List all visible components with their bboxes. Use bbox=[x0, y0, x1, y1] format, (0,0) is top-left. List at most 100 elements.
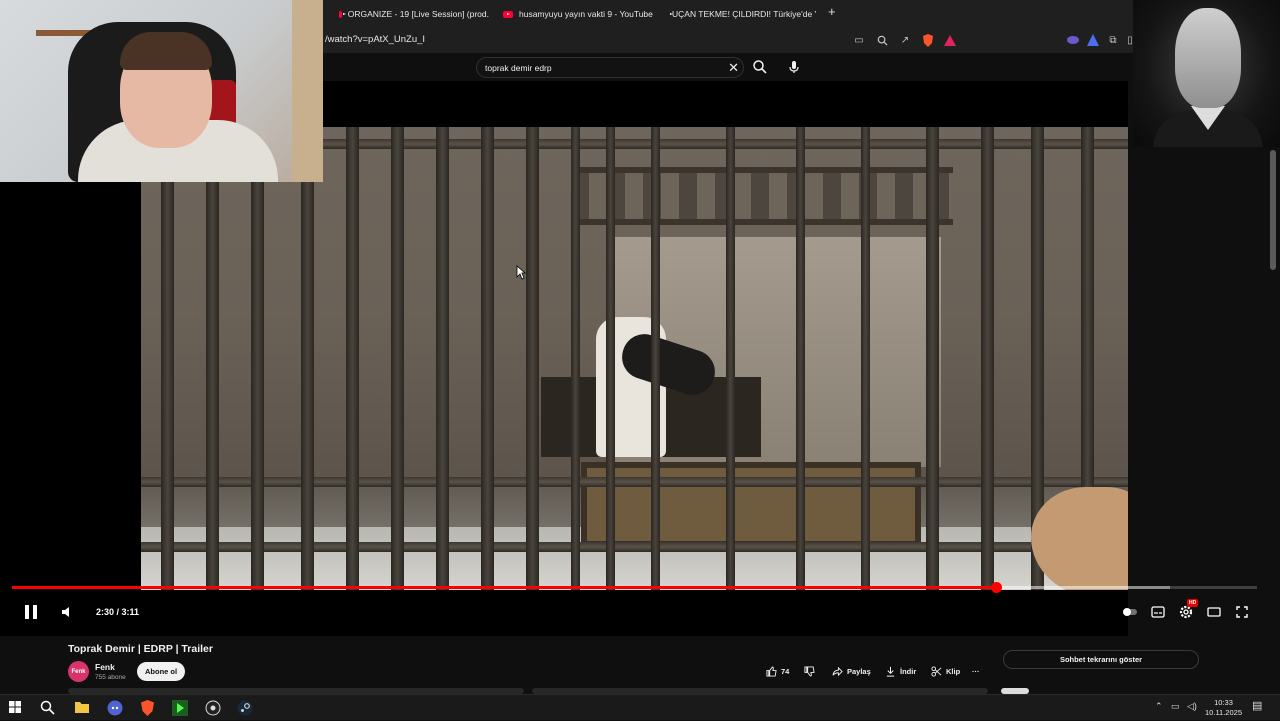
steam-icon[interactable] bbox=[237, 700, 253, 716]
progress-bar[interactable] bbox=[12, 582, 1257, 593]
scene-bar bbox=[481, 127, 494, 590]
tab-label: UÇAN TEKME! ÇILDIRDI! Türkiye'de Y bbox=[672, 9, 816, 19]
clock-time: 10:33 bbox=[1214, 698, 1233, 707]
search-icon bbox=[753, 60, 767, 74]
speaker-icon[interactable]: ◁) bbox=[1187, 701, 1197, 712]
browser-tab-active[interactable]: UÇAN TEKME! ÇILDIRDI! Türkiye'de Y bbox=[666, 4, 816, 24]
brave-rewards-icon[interactable] bbox=[943, 33, 957, 47]
subscribe-button[interactable]: Abone ol bbox=[137, 662, 186, 681]
clear-search-icon[interactable]: ✕ bbox=[728, 60, 739, 76]
url-text[interactable]: /watch?v=pAtX_UnZu_I bbox=[325, 34, 425, 45]
scene-bar bbox=[141, 542, 1128, 552]
tray-chevron-icon[interactable]: ⌃ bbox=[1155, 701, 1163, 712]
scene-bar bbox=[526, 127, 539, 590]
thumbs-up-icon bbox=[766, 666, 777, 677]
share-icon[interactable]: ↗ bbox=[898, 33, 912, 47]
cast-icon[interactable]: ▭ bbox=[852, 33, 866, 47]
volume-button[interactable] bbox=[59, 604, 75, 620]
discord-icon[interactable] bbox=[107, 700, 123, 716]
time-display: 2:30 / 3:11 bbox=[96, 607, 140, 617]
settings-button[interactable]: HD bbox=[1178, 599, 1199, 620]
zoom-icon[interactable] bbox=[875, 33, 889, 47]
scene-bar bbox=[981, 127, 994, 590]
video-frame[interactable] bbox=[141, 127, 1128, 590]
clip-button[interactable]: Klip bbox=[931, 662, 960, 681]
clip-label: Klip bbox=[946, 667, 961, 676]
taskbar-clock[interactable]: 10:33 10.11.2025 bbox=[1205, 698, 1242, 718]
channel-name[interactable]: Fenk bbox=[95, 662, 115, 672]
microphone-icon bbox=[789, 61, 799, 73]
scene-hand bbox=[1031, 487, 1128, 590]
windows-start-icon[interactable] bbox=[8, 700, 24, 716]
fullscreen-button[interactable] bbox=[1234, 604, 1250, 620]
download-button[interactable]: İndir bbox=[885, 662, 916, 681]
video-title: Toprak Demir | EDRP | Trailer bbox=[68, 643, 213, 655]
youtube-icon bbox=[339, 10, 346, 18]
search-icon[interactable] bbox=[40, 700, 56, 716]
scissors-icon bbox=[931, 666, 942, 677]
search-button[interactable] bbox=[751, 58, 769, 76]
extension-icon[interactable] bbox=[1086, 33, 1100, 47]
scene-bar bbox=[726, 127, 735, 590]
obs-icon[interactable] bbox=[205, 700, 221, 716]
scene-bar bbox=[651, 127, 660, 590]
thumbs-down-icon bbox=[804, 666, 815, 677]
scene-panel bbox=[581, 462, 921, 547]
page-scrollbar[interactable] bbox=[1270, 150, 1276, 270]
scene-bar bbox=[206, 127, 219, 590]
theater-mode-button[interactable] bbox=[1206, 604, 1222, 620]
subscriber-count: 755 abone bbox=[95, 674, 126, 681]
download-icon bbox=[886, 666, 895, 677]
webcam-overlay bbox=[0, 0, 323, 182]
pause-button[interactable] bbox=[22, 603, 40, 621]
share-arrow-icon bbox=[832, 666, 843, 677]
scene-bar bbox=[301, 127, 314, 590]
extension-icon[interactable] bbox=[1066, 33, 1080, 47]
theater-icon bbox=[1207, 607, 1221, 617]
dislike-button[interactable] bbox=[804, 662, 815, 681]
scene-bar bbox=[436, 127, 449, 590]
youtube-header: toprak demir edrp ✕ bbox=[323, 53, 1133, 81]
toggle-icon bbox=[1123, 608, 1137, 616]
like-count: 74 bbox=[781, 667, 790, 676]
progress-played bbox=[12, 586, 996, 589]
network-icon[interactable]: ▭ bbox=[1171, 701, 1180, 712]
scene-bar bbox=[571, 127, 580, 590]
progress-scrubber[interactable] bbox=[990, 582, 1002, 593]
youtube-icon bbox=[503, 10, 513, 18]
media-player-icon[interactable] bbox=[172, 700, 188, 716]
search-input[interactable]: toprak demir edrp bbox=[485, 63, 552, 73]
more-actions-button[interactable]: ··· bbox=[972, 662, 980, 681]
browser-tab[interactable]: ORGANIZE - 19 [Live Session] (prod. bbox=[339, 4, 489, 24]
file-explorer-icon[interactable] bbox=[74, 700, 90, 716]
portrait-overlay bbox=[1133, 0, 1280, 147]
scene-bar bbox=[861, 127, 870, 590]
clock-date: 10.11.2025 bbox=[1205, 708, 1242, 717]
scene-bar bbox=[926, 127, 939, 590]
show-chat-replay-button[interactable]: Sohbet tekrarını göster bbox=[1003, 650, 1199, 669]
pause-icon bbox=[25, 605, 37, 619]
webcam-streamer-hair bbox=[120, 32, 212, 70]
search-box[interactable]: toprak demir edrp ✕ bbox=[476, 57, 744, 78]
voice-search-button[interactable] bbox=[784, 57, 804, 77]
portrait-face bbox=[1175, 8, 1241, 108]
new-tab-button[interactable]: + bbox=[828, 4, 836, 19]
tab-label: ORGANIZE - 19 [Live Session] (prod. bbox=[347, 9, 489, 19]
channel-avatar[interactable]: Fenk bbox=[68, 661, 89, 682]
hd-badge: HD bbox=[1187, 599, 1199, 607]
scene-bar bbox=[346, 127, 359, 590]
autoplay-toggle[interactable] bbox=[1122, 604, 1138, 620]
scene-ornament bbox=[571, 167, 953, 225]
brave-shield-icon[interactable] bbox=[921, 33, 935, 47]
subtitles-icon bbox=[1151, 606, 1165, 618]
browser-tab[interactable]: husamyuyu yayın vakti 9 - YouTube bbox=[503, 4, 655, 24]
scene-bar bbox=[391, 127, 404, 590]
share-button[interactable]: Paylaş bbox=[832, 662, 871, 681]
puzzle-icon[interactable]: ⧉ bbox=[1106, 33, 1120, 47]
brave-browser-icon[interactable] bbox=[140, 700, 156, 716]
notification-icon[interactable]: ▤ bbox=[1252, 699, 1262, 712]
subtitles-button[interactable] bbox=[1150, 604, 1166, 620]
address-bar: /watch?v=pAtX_UnZu_I ▭ ↗ ⧉ ▯ bbox=[323, 27, 1133, 53]
like-button[interactable]: 74 bbox=[766, 662, 789, 681]
scene-bar bbox=[141, 477, 1128, 487]
